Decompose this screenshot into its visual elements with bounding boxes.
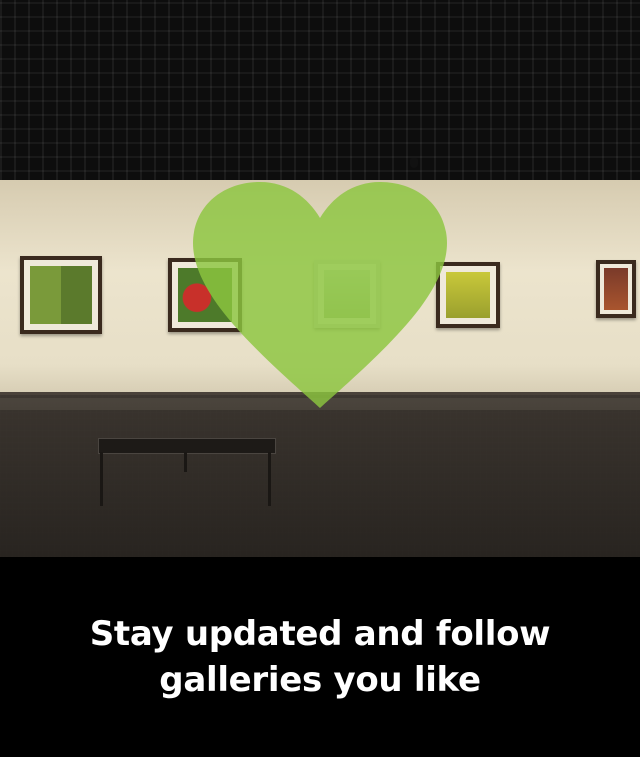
painting-frame [20, 256, 102, 334]
gallery-floor [0, 395, 640, 557]
ceiling-grid [0, 0, 640, 200]
onboarding-screen: Stay updated and follow galleries you li… [0, 0, 640, 757]
ceiling-light [410, 158, 418, 168]
caption-bar: Stay updated and follow galleries you li… [0, 557, 640, 757]
onboarding-caption: Stay updated and follow galleries you li… [89, 614, 551, 700]
heart-icon [193, 182, 447, 408]
painting-frame [596, 260, 636, 318]
gallery-bench [98, 438, 276, 508]
